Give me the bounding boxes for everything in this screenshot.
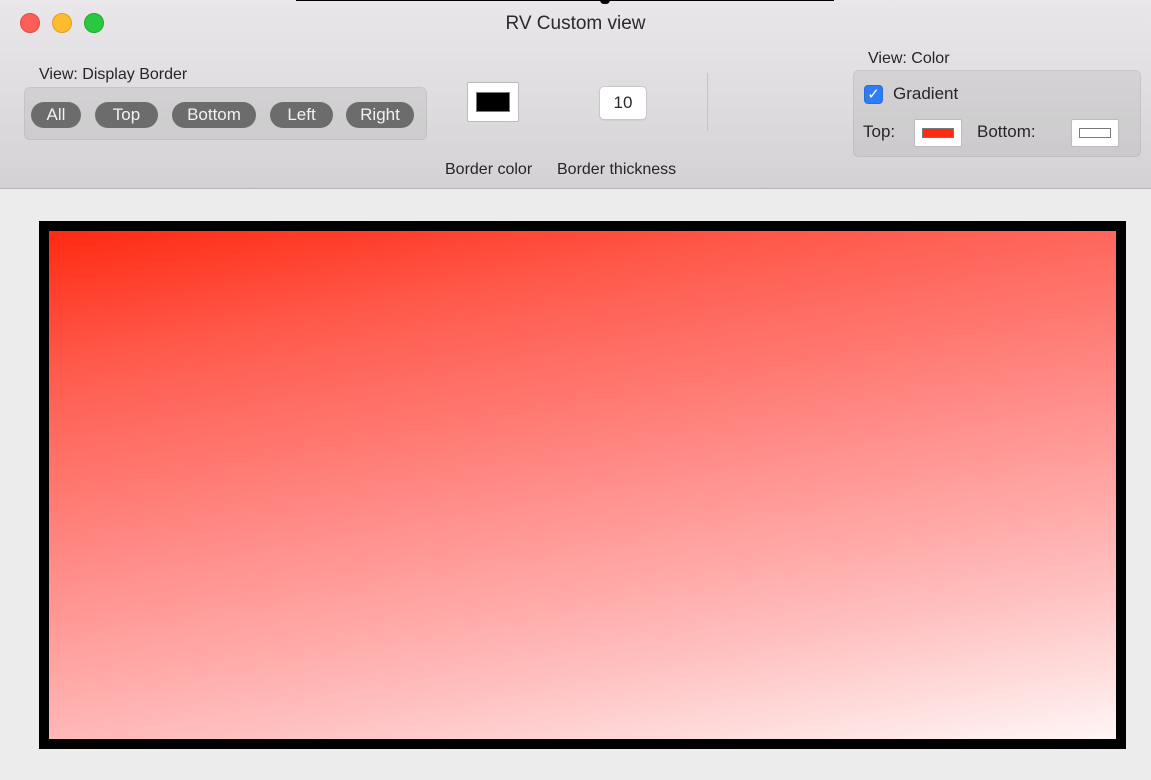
- toolbar-divider: [707, 73, 708, 131]
- border-color-swatch: [476, 92, 510, 112]
- top-color-swatch: [922, 128, 954, 138]
- border-thickness-label: Border thickness: [557, 161, 677, 178]
- custom-view-border: [39, 221, 1126, 749]
- border-color-label: Border color: [445, 161, 533, 178]
- border-all-button[interactable]: All: [31, 102, 81, 128]
- bottom-color-swatch: [1079, 128, 1111, 138]
- border-right-button[interactable]: Right: [346, 102, 414, 128]
- app-window: RV Custom view View: Display Border All …: [0, 0, 1151, 780]
- gradient-label: Gradient: [893, 84, 959, 103]
- top-edge-artifact: [296, 0, 834, 4]
- border-thickness-field[interactable]: 10: [599, 86, 647, 120]
- gradient-checkbox[interactable]: ✓: [864, 85, 883, 104]
- top-color-label: Top:: [863, 122, 896, 141]
- bottom-color-label: Bottom:: [977, 122, 1036, 141]
- border-color-well[interactable]: [467, 82, 519, 122]
- checkmark-icon: ✓: [867, 85, 880, 103]
- toolbar: RV Custom view View: Display Border All …: [0, 0, 1151, 189]
- top-color-well[interactable]: [914, 119, 962, 147]
- window-title: RV Custom view: [505, 13, 646, 34]
- bottom-color-well[interactable]: [1071, 119, 1119, 147]
- custom-view-gradient: [49, 231, 1116, 739]
- border-left-button[interactable]: Left: [270, 102, 333, 128]
- view-color-label: View: Color: [868, 50, 950, 67]
- display-border-label: View: Display Border: [39, 66, 188, 83]
- border-bottom-button[interactable]: Bottom: [172, 102, 256, 128]
- border-top-button[interactable]: Top: [95, 102, 158, 128]
